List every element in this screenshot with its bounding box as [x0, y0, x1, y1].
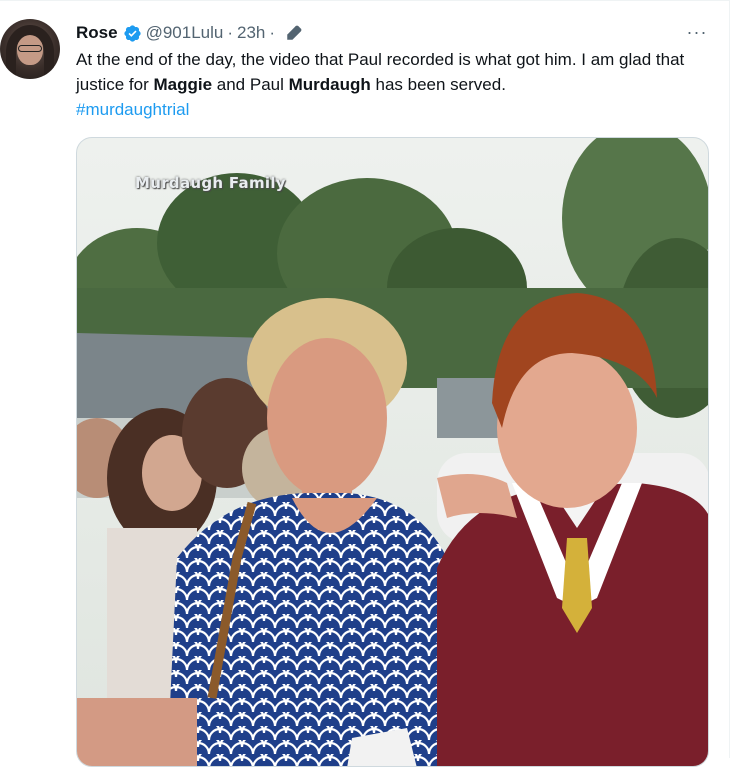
- avatar-glasses: [18, 45, 42, 52]
- hashtag-link[interactable]: #murdaughtrial: [76, 100, 189, 119]
- media-watermark: Murdaugh Family: [135, 174, 286, 192]
- tweet-text-bold-murdaugh: Murdaugh: [288, 75, 371, 94]
- author-handle[interactable]: @901Lulu: [146, 23, 224, 43]
- verified-badge-icon: [123, 24, 142, 43]
- tweet-card[interactable]: Rose @901Lulu · 23h · ··· At the end of …: [0, 0, 730, 767]
- avatar-hair: [6, 25, 54, 79]
- avatar[interactable]: [0, 19, 60, 79]
- tweet-text-part2: and Paul: [212, 75, 289, 94]
- tweet-text-bold-maggie: Maggie: [153, 75, 213, 94]
- tweet-header: Rose @901Lulu · 23h ·: [76, 21, 303, 45]
- tweet-text: At the end of the day, the video that Pa…: [76, 47, 716, 122]
- author-name[interactable]: Rose: [76, 23, 118, 43]
- more-options-icon[interactable]: ···: [684, 21, 710, 43]
- edited-pencil-icon[interactable]: [285, 24, 303, 42]
- tweet-media-photo[interactable]: Murdaugh Family: [76, 137, 709, 767]
- separator-dot-2: ·: [269, 23, 276, 42]
- photo-illustration: [77, 138, 708, 766]
- separator-dot: ·: [227, 23, 234, 42]
- tweet-text-part3: has been served.: [370, 75, 506, 94]
- timestamp[interactable]: 23h: [237, 23, 265, 43]
